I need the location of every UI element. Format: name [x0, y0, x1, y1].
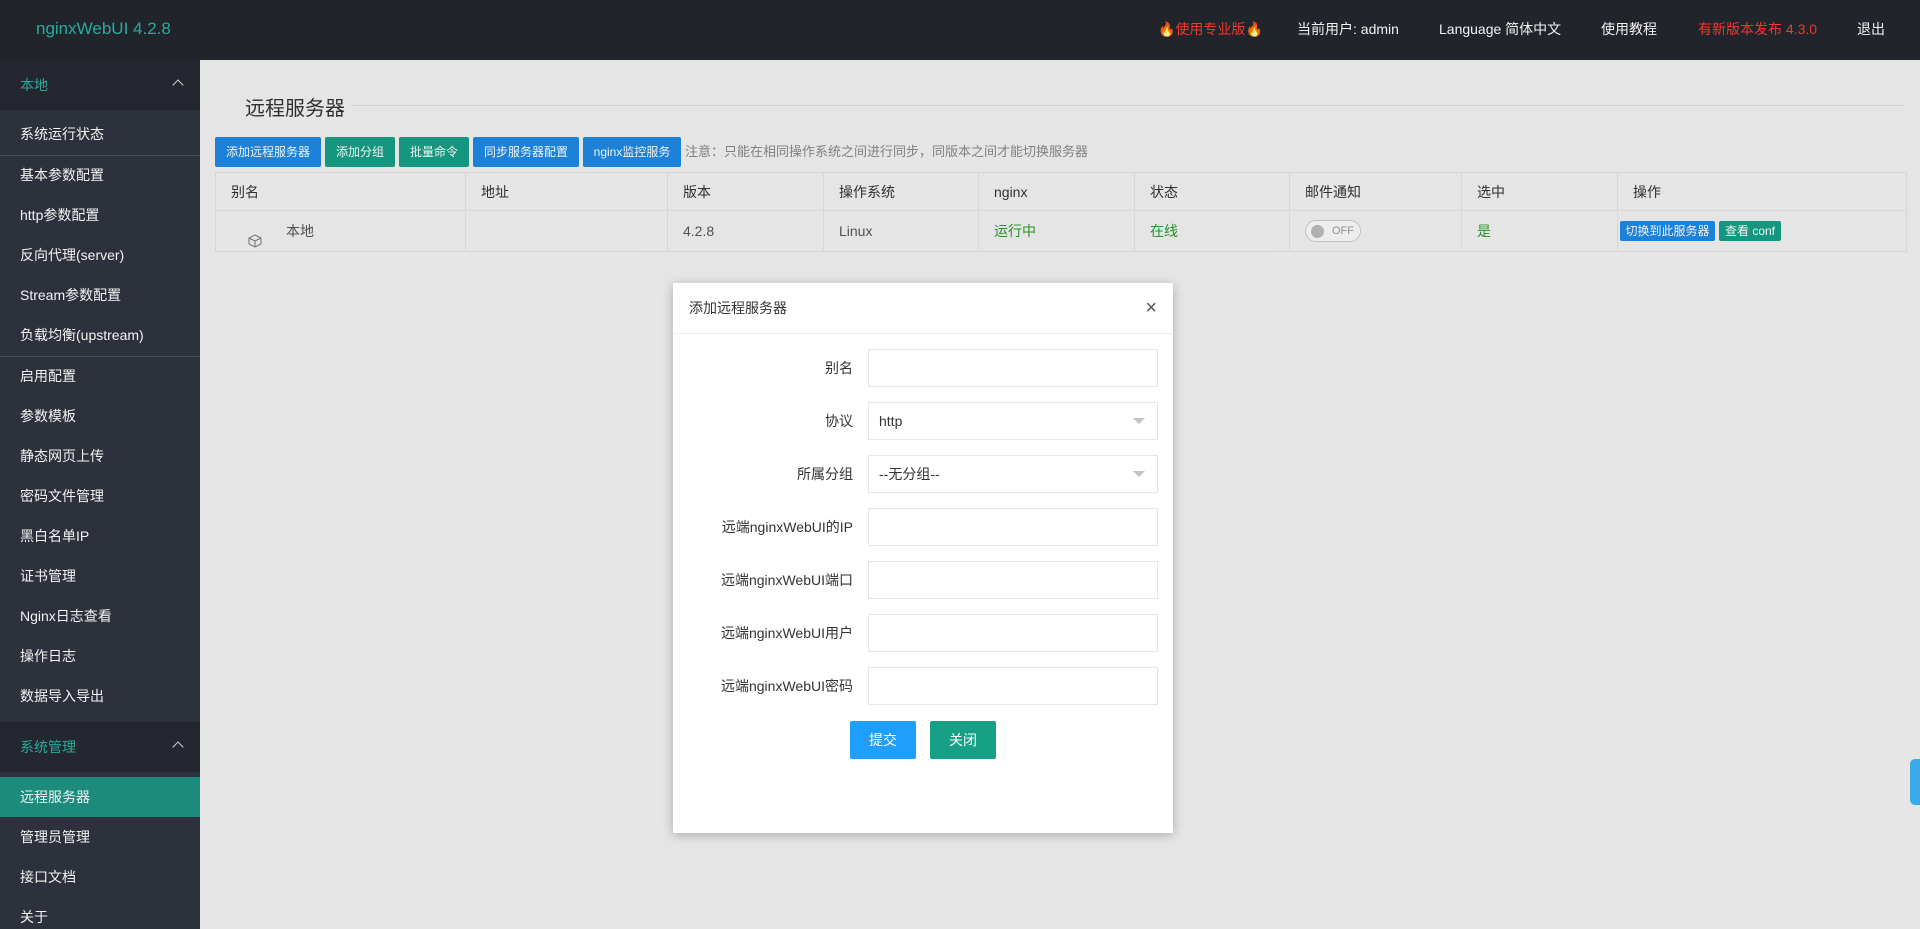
alias-input[interactable] — [868, 349, 1158, 387]
remote-password-input[interactable] — [868, 667, 1158, 705]
group-select[interactable]: --无分组-- — [868, 455, 1158, 493]
group-label: 所属分组 — [797, 466, 853, 482]
dialog-header: 添加远程服务器 × — [673, 283, 1173, 334]
dropdown-arrow-icon — [1133, 418, 1145, 424]
close-icon[interactable]: × — [1145, 283, 1157, 333]
alias-label: 别名 — [825, 360, 853, 376]
remote-port-input[interactable] — [868, 561, 1158, 599]
remote-user-label: 远端nginxWebUI用户 — [720, 625, 853, 641]
protocol-label: 协议 — [825, 413, 853, 429]
remote-password-label: 远端nginxWebUI密码 — [720, 678, 853, 694]
remote-port-label: 远端nginxWebUI端口 — [720, 572, 853, 588]
submit-button[interactable]: 提交 — [850, 721, 916, 759]
close-button[interactable]: 关闭 — [930, 721, 996, 759]
remote-ip-label: 远端nginxWebUI的IP — [721, 519, 853, 535]
dropdown-arrow-icon — [1133, 471, 1145, 477]
side-scroll-handle[interactable] — [1910, 759, 1920, 805]
remote-user-input[interactable] — [868, 614, 1158, 652]
dialog-title: 添加远程服务器 — [689, 300, 787, 316]
add-remote-server-dialog: 添加远程服务器 × 别名 协议 http 所属分组 --无分组-- 远端ngin… — [673, 283, 1173, 833]
remote-ip-input[interactable] — [868, 508, 1158, 546]
protocol-select[interactable]: http — [868, 402, 1158, 440]
